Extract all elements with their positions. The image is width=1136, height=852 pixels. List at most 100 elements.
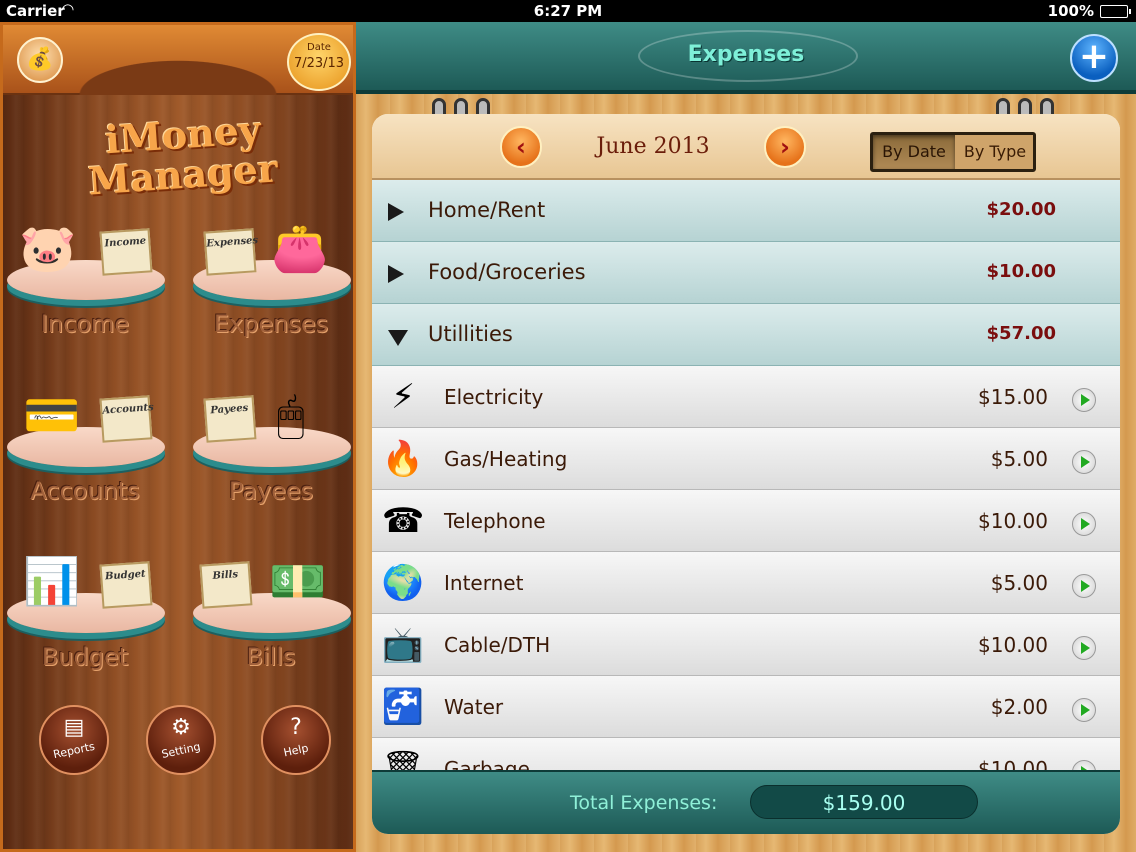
expense-row-internet[interactable]: 🌍 Internet $5.00 <box>372 552 1120 614</box>
expense-row-water[interactable]: 🚰 Water $2.00 <box>372 676 1120 738</box>
date-badge[interactable]: Date 7/23/13 <box>287 33 351 91</box>
telephone-icon: ☎ <box>381 501 425 541</box>
add-expense-button[interactable]: + <box>1070 34 1118 82</box>
category-amount: $57.00 <box>986 323 1056 344</box>
expenses-tile[interactable]: Expenses 👛 Expenses <box>191 220 351 360</box>
main-panel: Expenses + ‹ June 2013 › By Date By Type… <box>356 22 1136 852</box>
total-bar: Total Expenses: $159.00 <box>372 770 1120 834</box>
payees-tile[interactable]: Payees 🖱 Payees <box>191 387 351 527</box>
reports-icon: ▤ <box>63 715 85 740</box>
expense-amount: $5.00 <box>990 571 1048 595</box>
expense-name: Cable/DTH <box>444 633 551 657</box>
expense-amount: $10.00 <box>978 757 1048 770</box>
disclosure-arrow-icon[interactable] <box>1072 636 1096 660</box>
category-amount: $10.00 <box>986 261 1056 282</box>
pie-chart-icon: 📊 <box>23 554 81 608</box>
cash-icon: 💵 <box>269 554 327 608</box>
budget-tile[interactable]: 📊 Budget Budget <box>5 553 165 693</box>
expense-name: Water <box>444 695 504 719</box>
status-bar: Carrier ◠ 6:27 PM 100% <box>0 0 1136 22</box>
expense-row-telephone[interactable]: ☎ Telephone $10.00 <box>372 490 1120 552</box>
battery-percent: 100% <box>1047 2 1094 20</box>
category-row-food-groceries[interactable]: Food/Groceries $10.00 <box>372 242 1120 304</box>
reports-button[interactable]: ▤ Reports <box>39 705 109 775</box>
total-value: $159.00 <box>750 785 978 819</box>
income-label: Income <box>40 310 130 338</box>
disclosure-arrow-icon[interactable] <box>1072 698 1096 722</box>
bills-tile[interactable]: Bills 💵 Bills <box>191 553 351 693</box>
collapse-icon <box>388 330 408 346</box>
category-name: Utillities <box>428 322 513 346</box>
bills-card: Bills <box>199 561 253 609</box>
total-label: Total Expenses: <box>570 792 718 814</box>
accounts-label: Accounts <box>30 477 140 505</box>
expense-row-cable-dth[interactable]: 📺 Cable/DTH $10.00 <box>372 614 1120 676</box>
expenses-label: Expenses <box>213 310 329 338</box>
month-bar: ‹ June 2013 › By Date By Type <box>372 114 1120 180</box>
expense-name: Telephone <box>444 509 546 533</box>
accounts-tile[interactable]: 💳 Accounts Accounts <box>5 387 165 527</box>
category-row-home-rent[interactable]: Home/Rent $20.00 <box>372 180 1120 242</box>
expense-amount: $5.00 <box>990 447 1048 471</box>
expense-amount: $10.00 <box>978 633 1048 657</box>
nav-bar: Expenses + <box>356 22 1136 94</box>
expense-row-gas-heating[interactable]: 🔥 Gas/Heating $5.00 <box>372 428 1120 490</box>
month-label: June 2013 <box>596 134 710 159</box>
view-toggle: By Date By Type <box>870 132 1036 172</box>
category-name: Food/Groceries <box>428 260 586 284</box>
expenses-panel: ‹ June 2013 › By Date By Type Home/Rent … <box>372 114 1120 834</box>
electricity-icon: ⚡ <box>391 377 415 417</box>
tv-icon: 📺 <box>381 625 425 665</box>
by-type-tab[interactable]: By Type <box>957 135 1033 169</box>
next-month-button[interactable]: › <box>764 126 806 168</box>
app-logo: iMoney Manager <box>63 107 303 204</box>
by-date-tab[interactable]: By Date <box>873 135 955 169</box>
income-tile[interactable]: 🐷 Income Income <box>5 220 165 360</box>
date-value: 7/23/13 <box>293 56 345 71</box>
budget-label: Budget <box>41 643 129 671</box>
expense-row-electricity[interactable]: ⚡ Electricity $15.00 <box>372 366 1120 428</box>
flame-icon: 🔥 <box>381 439 425 479</box>
globe-icon: 🌍 <box>381 563 425 603</box>
disclosure-arrow-icon[interactable] <box>1072 388 1096 412</box>
trash-can-icon: 🗑 <box>381 749 425 770</box>
category-row-utilities[interactable]: Utillities $57.00 <box>372 304 1120 366</box>
payees-card: Payees <box>203 395 257 443</box>
sidebar-header: 💰 Date 7/23/13 <box>3 25 353 95</box>
disclosure-arrow-icon[interactable] <box>1072 512 1096 536</box>
expenses-card: Expenses <box>203 228 258 276</box>
sidebar: 💰 Date 7/23/13 iMoney Manager 🐷 Income I… <box>0 22 356 852</box>
accounts-card: Accounts <box>99 395 154 443</box>
mouse-icon: 🖱 <box>277 388 305 442</box>
setting-label: Setting <box>160 740 202 761</box>
mascot-icon[interactable]: 💰 <box>17 37 63 83</box>
expense-name: Electricity <box>444 385 544 409</box>
help-icon: ? <box>290 715 302 740</box>
bills-label: Bills <box>246 643 296 671</box>
faucet-icon: 🚰 <box>381 687 425 727</box>
disclosure-arrow-icon[interactable] <box>1072 450 1096 474</box>
expense-amount: $15.00 <box>978 385 1048 409</box>
prev-month-button[interactable]: ‹ <box>500 126 542 168</box>
category-name: Home/Rent <box>428 198 546 222</box>
page-title: Expenses <box>687 42 805 67</box>
category-amount: $20.00 <box>986 199 1056 220</box>
help-button[interactable]: ? Help <box>261 705 331 775</box>
disclosure-arrow-icon[interactable] <box>1072 760 1096 770</box>
expense-name: Internet <box>444 571 524 595</box>
battery-icon <box>1100 5 1131 18</box>
payees-label: Payees <box>228 477 314 505</box>
income-card: Income <box>99 228 153 276</box>
budget-card: Budget <box>99 561 153 609</box>
expense-list: Home/Rent $20.00 Food/Groceries $10.00 U… <box>372 180 1120 770</box>
help-label: Help <box>282 741 310 760</box>
wallet-icon: 👛 <box>271 221 329 275</box>
expense-row-garbage[interactable]: 🗑 Garbage $10.00 <box>372 738 1120 770</box>
clock: 6:27 PM <box>533 2 603 20</box>
expense-name: Garbage <box>444 757 530 770</box>
expense-name: Gas/Heating <box>444 447 568 471</box>
setting-button[interactable]: ⚙ Setting <box>146 705 216 775</box>
expense-amount: $2.00 <box>990 695 1048 719</box>
expand-icon <box>388 265 404 283</box>
disclosure-arrow-icon[interactable] <box>1072 574 1096 598</box>
